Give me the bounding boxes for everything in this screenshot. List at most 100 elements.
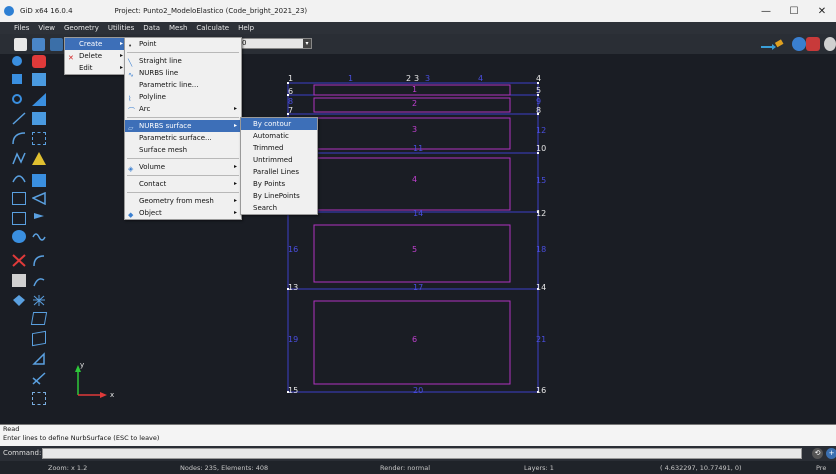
rect-tool-icon[interactable]: [32, 112, 46, 125]
command-input[interactable]: [42, 448, 802, 459]
layer-combo[interactable]: 0 ▾: [238, 38, 312, 49]
menu-help[interactable]: Help: [238, 24, 254, 32]
copy-tool-icon[interactable]: [32, 73, 46, 86]
status-bar: Zoom: x 1.2 Nodes: 235, Elements: 408 Re…: [0, 461, 836, 474]
chevron-right-icon: ▸: [233, 163, 237, 170]
menu-item-point[interactable]: • Point: [125, 38, 241, 50]
menu-utilities[interactable]: Utilities: [108, 24, 134, 32]
line-label: 14: [413, 209, 423, 218]
menu-item-create[interactable]: Create ▸: [65, 38, 127, 50]
menu-item-nurbs-surface[interactable]: ▱ NURBS surface ▸: [125, 120, 241, 132]
arc-icon: ⌒: [128, 107, 135, 115]
volume2-tool-icon[interactable]: [32, 330, 46, 347]
line-tool-icon[interactable]: [12, 112, 26, 125]
menu-files[interactable]: Files: [14, 24, 29, 32]
node-tool-icon[interactable]: [12, 74, 22, 84]
menu-calculate[interactable]: Calculate: [196, 24, 229, 32]
flag-tool-icon[interactable]: [32, 212, 46, 225]
volume-tool-icon[interactable]: [30, 312, 48, 325]
open-file-icon[interactable]: [32, 38, 45, 51]
point-label: 8: [536, 106, 541, 115]
curve2-tool-icon[interactable]: [32, 274, 46, 287]
line-label: 15: [536, 176, 546, 185]
chevron-right-icon: ▸: [233, 105, 237, 112]
menu-item-nurbs-line[interactable]: ∿ NURBS line: [125, 67, 241, 79]
menu-item-by-linepoints[interactable]: By LinePoints: [241, 190, 317, 202]
menu-separator: [127, 192, 239, 193]
new-file-icon[interactable]: [14, 38, 27, 51]
version-icon[interactable]: [806, 37, 820, 51]
menu-item-volume[interactable]: ◈ Volume ▸: [125, 161, 241, 173]
mesh-tool-icon[interactable]: [32, 392, 46, 405]
arc-tool-icon[interactable]: [12, 132, 26, 145]
menu-item-search[interactable]: Search: [241, 202, 317, 214]
move-tool-icon[interactable]: [12, 94, 22, 104]
user-icon[interactable]: [824, 37, 836, 51]
menu-item-contact[interactable]: Contact ▸: [125, 178, 241, 190]
menu-item-trimmed[interactable]: Trimmed: [241, 142, 317, 154]
grid-tool-icon[interactable]: [12, 212, 26, 225]
object-icon: ◆: [128, 211, 134, 219]
command-history-icon[interactable]: ⟲: [812, 448, 823, 459]
curve-tool-icon[interactable]: [32, 254, 46, 267]
box-tool-icon[interactable]: [12, 192, 26, 205]
chevron-right-icon: ▸: [233, 209, 237, 216]
menu-item-object[interactable]: ◆ Object ▸: [125, 207, 241, 219]
menu-item-parametric-surface[interactable]: Parametric surface...: [125, 132, 241, 144]
line-label: 11: [413, 144, 423, 153]
surface-label: 2: [412, 99, 417, 108]
menu-item-arc[interactable]: ⌒ Arc ▸: [125, 103, 241, 115]
menu-data[interactable]: Data: [143, 24, 160, 32]
menu-item-polyline[interactable]: ⌇ Polyline: [125, 91, 241, 103]
command-row: Command: ⟲ +: [0, 446, 836, 461]
close-button[interactable]: ✕: [808, 0, 836, 22]
spline-tool-icon[interactable]: [12, 172, 26, 185]
point-label: 6: [288, 87, 293, 96]
dashed-rect-icon[interactable]: [32, 132, 46, 145]
page-tool-icon[interactable]: [12, 274, 26, 287]
menu-item-geometry-from-mesh[interactable]: Geometry from mesh ▸: [125, 195, 241, 207]
menu-item-delete[interactable]: ✕ Delete ▸: [65, 50, 127, 62]
menu-item-untrimmed[interactable]: Untrimmed: [241, 154, 317, 166]
menu-mesh[interactable]: Mesh: [169, 24, 187, 32]
menu-item-edit[interactable]: Edit ▸: [65, 62, 127, 74]
triangle-tool-icon[interactable]: [32, 93, 46, 106]
point-label: 7: [288, 106, 293, 115]
chevron-right-icon: ▸: [119, 64, 123, 71]
chevron-right-icon: ▸: [233, 122, 237, 129]
save-icon[interactable]: [50, 38, 63, 51]
sphere-tool-icon[interactable]: [12, 230, 26, 243]
menu-geometry[interactable]: Geometry: [64, 24, 99, 32]
menu-item-surface-mesh[interactable]: Surface mesh: [125, 144, 241, 156]
maximize-button[interactable]: ☐: [780, 0, 808, 22]
menu-view[interactable]: View: [38, 24, 55, 32]
star-tool-icon[interactable]: [32, 294, 46, 307]
point-label: 14: [536, 283, 546, 292]
gid-logo-icon[interactable]: [792, 37, 806, 51]
menu-item-parallel-lines[interactable]: Parallel Lines: [241, 166, 317, 178]
tri-tool-icon[interactable]: [32, 352, 46, 365]
surface-tool-icon[interactable]: [32, 152, 46, 165]
delete-tool-icon[interactable]: [32, 55, 46, 68]
menu-item-automatic[interactable]: Automatic: [241, 130, 317, 142]
wave-tool-icon[interactable]: [32, 230, 46, 243]
menu-item-straight-line[interactable]: ╲ Straight line: [125, 55, 241, 67]
chevron-down-icon: ▾: [303, 39, 311, 48]
command-options-icon[interactable]: +: [826, 448, 836, 459]
pencil-icon[interactable]: [760, 38, 784, 51]
fill-tool-icon[interactable]: [32, 174, 46, 187]
geometry-menu: Create ▸ ✕ Delete ▸ Edit ▸: [64, 37, 128, 75]
arrow-tool-icon[interactable]: [31, 191, 46, 206]
menu-item-by-points[interactable]: By Points: [241, 178, 317, 190]
point-tool-icon[interactable]: [12, 56, 22, 66]
menu-item-parametric-line[interactable]: Parametric line...: [125, 79, 241, 91]
polyline-tool-icon[interactable]: [12, 152, 26, 165]
gid-logo-icon: [4, 6, 14, 16]
diamond-tool-icon[interactable]: [12, 294, 26, 307]
menu-item-by-contour[interactable]: By contour: [241, 118, 317, 130]
app-name: GiD x64 16.0.4: [20, 7, 73, 15]
cross-tool-icon[interactable]: [12, 254, 26, 267]
split-tool-icon[interactable]: [32, 372, 46, 385]
minimize-button[interactable]: —: [752, 0, 780, 22]
point-label: 1: [288, 74, 293, 83]
